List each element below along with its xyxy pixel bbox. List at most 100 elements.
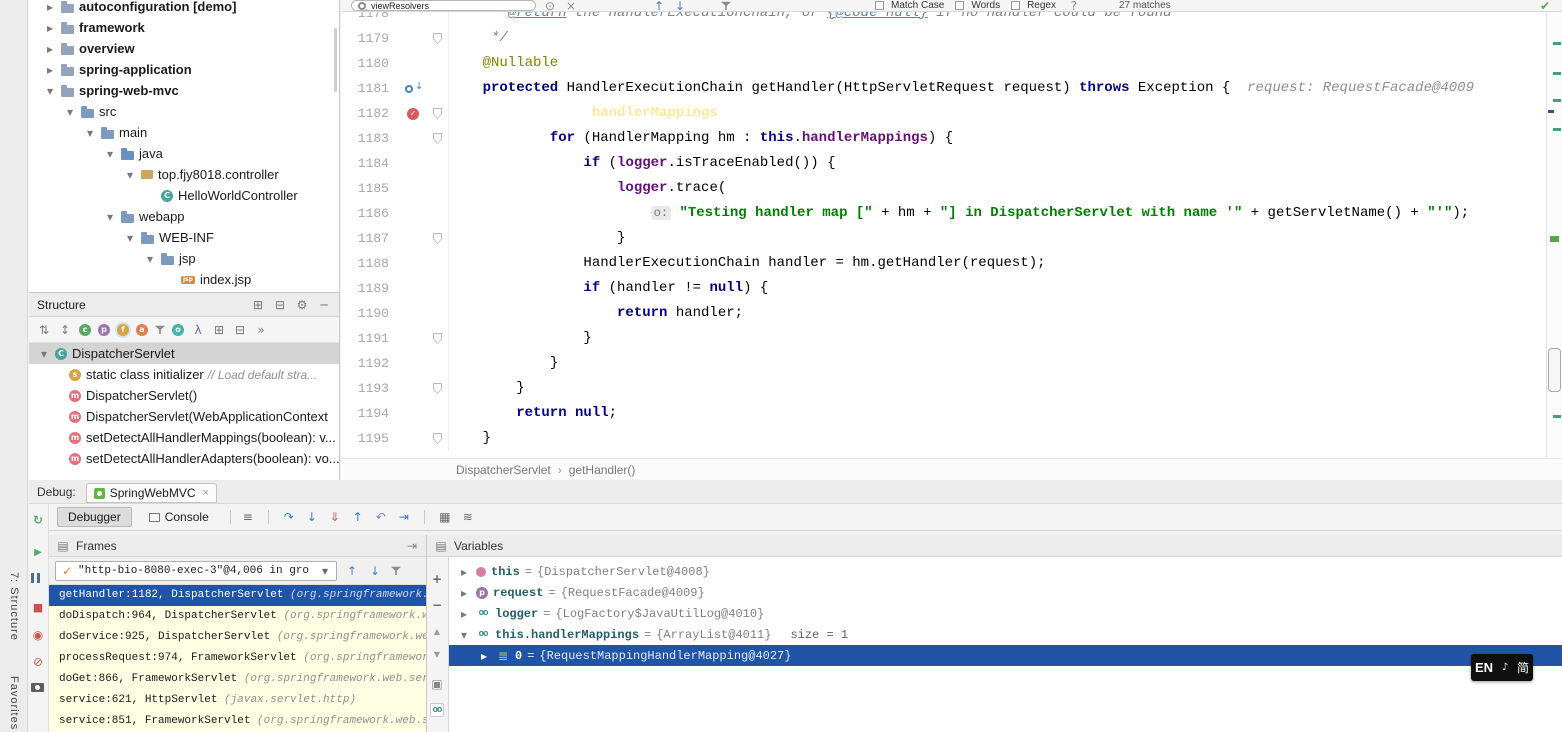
chevron-right-icon[interactable]: ▸ bbox=[477, 649, 491, 663]
help-icon[interactable]: ? bbox=[1067, 0, 1081, 12]
code-text[interactable]: return null; bbox=[449, 401, 1546, 426]
search-match-mark[interactable] bbox=[1553, 72, 1561, 75]
expand-all-icon[interactable]: ⊞ bbox=[251, 298, 265, 312]
project-tree-item-spring-application[interactable]: ▸spring-application bbox=[29, 59, 339, 80]
fold-marker-icon[interactable] bbox=[433, 33, 442, 44]
move-down-icon[interactable]: ▼ bbox=[430, 648, 444, 662]
search-input[interactable]: viewResolvers bbox=[351, 0, 536, 11]
anonymous-filter-icon[interactable]: a bbox=[136, 324, 148, 336]
gutter[interactable] bbox=[399, 401, 427, 426]
chevron-right-icon[interactable]: ▸ bbox=[457, 586, 471, 600]
chevron-right-icon[interactable]: ▸ bbox=[43, 42, 57, 56]
project-tree-item-framework[interactable]: ▸framework bbox=[29, 17, 339, 38]
pin-icon[interactable]: ⊙ bbox=[543, 0, 557, 12]
fold-marker-icon[interactable] bbox=[433, 133, 442, 144]
breadcrumb-item-class[interactable]: DispatcherServlet bbox=[456, 463, 551, 477]
code-text[interactable]: if (this.handlerMappings != null) { bbox=[449, 101, 1546, 126]
show-watches-icon[interactable]: oo bbox=[430, 703, 444, 717]
code-text[interactable]: protected HandlerExecutionChain getHandl… bbox=[449, 76, 1546, 101]
step-over-icon[interactable]: ↷ bbox=[282, 510, 296, 524]
code-text[interactable]: } bbox=[449, 226, 1546, 251]
structure-item-setdetectallhandlermappings-boolean-v[interactable]: msetDetectAllHandlerMappings(boolean): v… bbox=[29, 427, 339, 448]
close-icon[interactable]: × bbox=[564, 0, 578, 12]
tool-window-button-favorites[interactable]: Favorites bbox=[0, 676, 28, 732]
filter-icon[interactable] bbox=[721, 1, 731, 11]
project-tree-item-web-inf[interactable]: ▾WEB-INF bbox=[29, 227, 339, 248]
sort-visibility-icon[interactable]: ↕ bbox=[58, 323, 72, 337]
mute-breakpoints-icon[interactable]: ⊘ bbox=[31, 655, 45, 669]
chevron-down-icon[interactable]: ▾ bbox=[103, 147, 117, 161]
evaluate-icon[interactable]: ▦ bbox=[438, 510, 452, 524]
gutter[interactable] bbox=[399, 12, 427, 26]
variable-row-this-handlermappings[interactable]: ▾oothis.handlerMappings = {ArrayList@401… bbox=[449, 624, 1562, 645]
chevron-right-icon[interactable]: ▸ bbox=[43, 0, 57, 14]
chevron-right-icon[interactable]: ▸ bbox=[457, 565, 471, 579]
view-options-icon[interactable]: ≋ bbox=[461, 510, 475, 524]
code-text[interactable]: return handler; bbox=[449, 301, 1546, 326]
tab-debugger[interactable]: Debugger bbox=[57, 507, 132, 527]
chevron-down-icon[interactable]: ▾ bbox=[457, 628, 471, 642]
code-text[interactable]: * @return the HandlerExecutionChain, or … bbox=[449, 12, 1546, 26]
stripe-mark[interactable] bbox=[1550, 236, 1559, 242]
fold-marker-icon[interactable] bbox=[433, 433, 442, 444]
fold-marker-icon[interactable] bbox=[433, 108, 442, 119]
arrow-down-icon[interactable]: ↓ bbox=[368, 564, 382, 578]
chevron-down-icon[interactable]: ▾ bbox=[123, 168, 137, 182]
variable-row-0[interactable]: ▸≣0 = {RequestMappingHandlerMapping@4027… bbox=[449, 645, 1562, 666]
fold-marker-icon[interactable] bbox=[433, 233, 442, 244]
expand-all-icon[interactable]: ⊞ bbox=[212, 323, 226, 337]
match-case-checkbox[interactable] bbox=[875, 1, 884, 10]
layout-icon[interactable]: ≡ bbox=[241, 510, 255, 524]
arrow-up-icon[interactable]: ↑ bbox=[652, 0, 666, 12]
input-method-badge[interactable]: EN ♪ 简 bbox=[1471, 654, 1533, 681]
chevron-right-icon[interactable]: ▸ bbox=[43, 21, 57, 35]
project-scrollbar[interactable] bbox=[334, 28, 337, 92]
variable-row-logger[interactable]: ▸oologger = {LogFactory$JavaUtilLog@4010… bbox=[449, 603, 1562, 624]
close-icon[interactable]: × bbox=[203, 487, 209, 499]
gear-icon[interactable]: ⚙ bbox=[295, 298, 309, 312]
run-to-cursor-icon[interactable]: ⇥ bbox=[397, 510, 411, 524]
thread-selector[interactable]: ✓ "http-bio-8080-exec-3"@4,006 in group.… bbox=[55, 561, 337, 581]
search-match-mark[interactable] bbox=[1553, 42, 1561, 45]
project-tree-item-main[interactable]: ▾main bbox=[29, 122, 339, 143]
stack-frame-service[interactable]: service:851, FrameworkServlet (org.sprin… bbox=[49, 711, 426, 732]
move-up-icon[interactable]: ▲ bbox=[430, 625, 444, 639]
code-text[interactable]: if (logger.isTraceEnabled()) { bbox=[449, 151, 1546, 176]
lambda-filter-icon[interactable]: λ bbox=[191, 323, 205, 337]
inherited-filter-icon[interactable]: o bbox=[172, 324, 184, 336]
breadcrumb-item-method[interactable]: getHandler() bbox=[569, 463, 636, 477]
code-text[interactable]: o: "Testing handler map [" + hm + "] in … bbox=[449, 201, 1546, 226]
gutter[interactable] bbox=[399, 76, 427, 101]
fields-filter-icon[interactable]: f bbox=[117, 324, 129, 336]
structure-item-static-class-initializer[interactable]: sstatic class initializer// Load default… bbox=[29, 364, 339, 385]
gutter[interactable] bbox=[399, 126, 427, 151]
stack-frame-dodispatch[interactable]: doDispatch:964, DispatcherServlet (org.s… bbox=[49, 606, 426, 627]
search-match-mark[interactable] bbox=[1553, 128, 1561, 131]
tab-console[interactable]: Console bbox=[138, 507, 220, 527]
search-match-mark[interactable] bbox=[1553, 99, 1561, 102]
fold-marker-icon[interactable] bbox=[433, 333, 442, 344]
structure-item-setdetectallhandleradapters-boolean-vo[interactable]: msetDetectAllHandlerAdapters(boolean): v… bbox=[29, 448, 339, 469]
error-stripe[interactable] bbox=[1546, 12, 1562, 458]
code-text[interactable]: } bbox=[449, 326, 1546, 351]
structure-item-dispatcherservlet[interactable]: ▾CDispatcherServlet bbox=[29, 343, 339, 364]
chevron-down-icon[interactable]: ▾ bbox=[83, 126, 97, 140]
filter-icon[interactable] bbox=[155, 325, 165, 335]
duplicate-icon[interactable]: ▣ bbox=[430, 677, 444, 691]
gutter[interactable] bbox=[399, 176, 427, 201]
hide-icon[interactable]: ─ bbox=[317, 298, 331, 312]
code-text[interactable]: if (handler != null) { bbox=[449, 276, 1546, 301]
gutter[interactable] bbox=[399, 201, 427, 226]
code-text[interactable]: HandlerExecutionChain handler = hm.getHa… bbox=[449, 251, 1546, 276]
pause-icon[interactable] bbox=[31, 573, 40, 583]
resume-icon[interactable]: ▶ bbox=[31, 546, 45, 560]
more-icon[interactable]: » bbox=[254, 323, 268, 337]
chevron-right-icon[interactable]: ▸ bbox=[457, 607, 471, 621]
variable-row-this[interactable]: ▸this = {DispatcherServlet@4008} bbox=[449, 561, 1562, 582]
project-tree-item-helloworldcontroller[interactable]: CHelloWorldController bbox=[29, 185, 339, 206]
code-text[interactable]: } bbox=[449, 376, 1546, 401]
stop-icon[interactable]: ■ bbox=[31, 600, 45, 614]
variable-row-request[interactable]: ▸prequest = {RequestFacade@4009} bbox=[449, 582, 1562, 603]
gutter[interactable] bbox=[399, 226, 427, 251]
code-text[interactable]: for (HandlerMapping hm : this.handlerMap… bbox=[449, 126, 1546, 151]
